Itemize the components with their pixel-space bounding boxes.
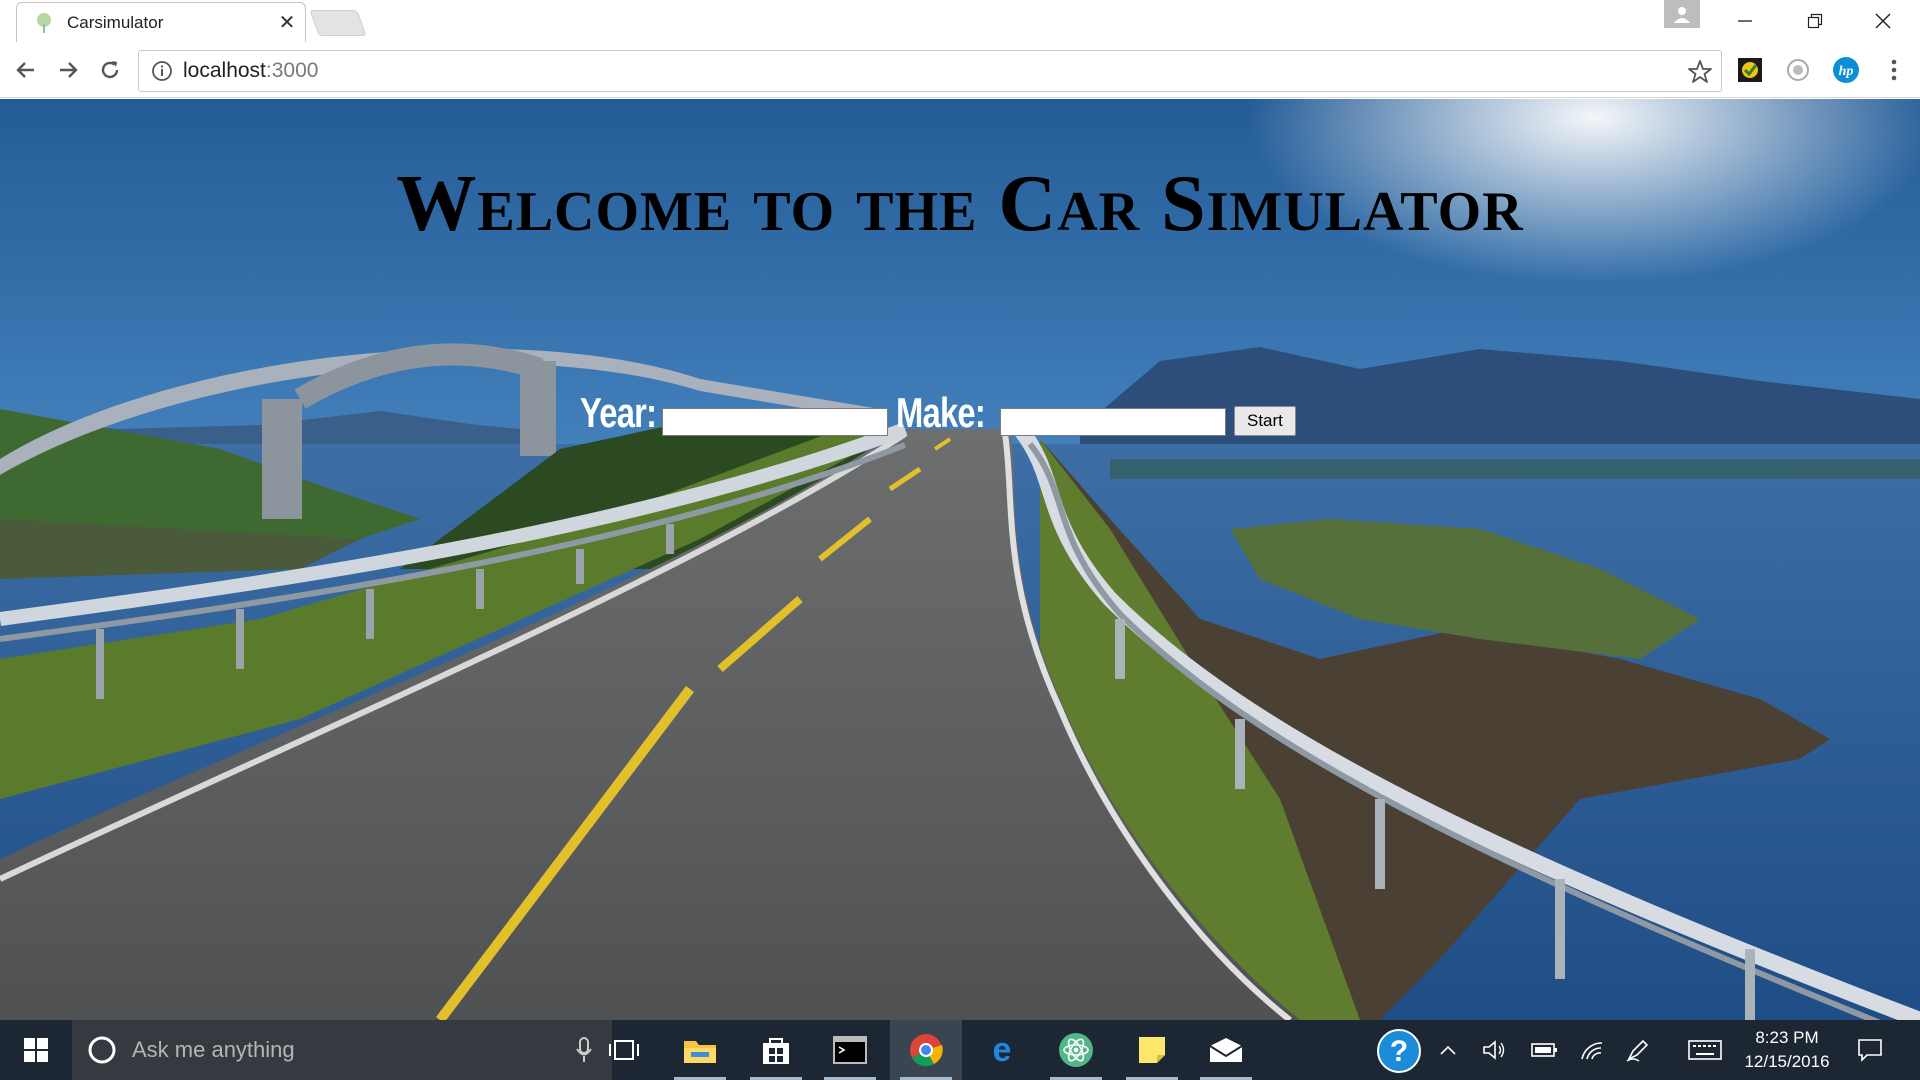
make-label: Make: — [896, 389, 986, 436]
svg-text:hp: hp — [1839, 64, 1854, 79]
windows-taskbar: Ask me anything e ? 8:23 PM 12/15/2016 — [0, 1020, 1920, 1080]
keyboard-icon[interactable] — [1686, 1034, 1724, 1066]
url-host: localhost — [183, 59, 266, 82]
address-bar[interactable]: localhost:3000 — [138, 50, 1722, 92]
svg-text:e: e — [993, 1033, 1012, 1067]
tab-close-icon[interactable]: ✕ — [269, 5, 305, 41]
tab-title: Carsimulator — [67, 12, 164, 32]
start-button[interactable]: Start — [1234, 406, 1296, 436]
command-prompt-icon[interactable] — [814, 1020, 886, 1080]
sticky-notes-icon[interactable] — [1116, 1020, 1188, 1080]
tab-strip: Carsimulator ✕ — [0, 0, 1920, 42]
clock-date: 12/15/2016 — [1744, 1052, 1830, 1071]
minimize-icon[interactable] — [1710, 0, 1780, 42]
reload-icon[interactable] — [92, 52, 128, 88]
task-view-icon[interactable] — [588, 1020, 660, 1080]
hp-extension-icon[interactable]: hp — [1832, 56, 1860, 84]
svg-text:?: ? — [1390, 1035, 1408, 1068]
year-input[interactable] — [662, 408, 888, 436]
forward-icon[interactable] — [50, 52, 86, 88]
clock-time: 8:23 PM — [1755, 1028, 1819, 1047]
car-form: Year: Make: Start — [580, 374, 1296, 436]
extension-shield-icon[interactable] — [1784, 56, 1812, 84]
url-port: :3000 — [265, 59, 319, 82]
restore-icon[interactable] — [1780, 0, 1850, 42]
page-viewport: Welcome to the Car Simulator Year: Make:… — [0, 99, 1920, 1020]
cortana-search-box[interactable]: Ask me anything — [72, 1020, 612, 1080]
mail-icon[interactable] — [1190, 1020, 1262, 1080]
browser-tab[interactable]: Carsimulator ✕ — [16, 2, 306, 42]
battery-icon[interactable] — [1528, 1034, 1560, 1066]
extension-check-icon[interactable] — [1736, 56, 1764, 84]
window-close-icon[interactable] — [1848, 0, 1918, 42]
help-icon[interactable]: ? — [1376, 1028, 1422, 1074]
windows-start-icon[interactable] — [0, 1020, 72, 1080]
chevron-up-icon[interactable] — [1432, 1034, 1464, 1066]
file-explorer-icon[interactable] — [664, 1020, 736, 1080]
search-placeholder: Ask me anything — [132, 1037, 295, 1062]
new-tab-button[interactable] — [309, 10, 367, 36]
volume-icon[interactable] — [1478, 1034, 1510, 1066]
menu-dots-icon[interactable] — [1880, 56, 1908, 84]
info-icon[interactable] — [151, 60, 173, 82]
tree-favicon-icon — [37, 12, 51, 33]
profile-icon[interactable] — [1664, 0, 1700, 28]
browser-toolbar: localhost:3000 hp — [0, 42, 1920, 98]
pen-ink-icon[interactable] — [1622, 1034, 1654, 1066]
atom-icon[interactable] — [1040, 1020, 1112, 1080]
wifi-icon[interactable] — [1576, 1034, 1608, 1066]
year-label: Year: — [580, 389, 657, 436]
edge-icon[interactable]: e — [966, 1020, 1038, 1080]
page-title: Welcome to the Car Simulator — [396, 160, 1524, 248]
cortana-icon — [88, 1036, 116, 1064]
bookmark-star-icon[interactable] — [1687, 59, 1713, 85]
action-center-icon[interactable] — [1854, 1034, 1886, 1066]
system-clock[interactable]: 8:23 PM 12/15/2016 — [1722, 1026, 1852, 1074]
make-input[interactable] — [1000, 408, 1226, 436]
back-icon[interactable] — [8, 52, 44, 88]
store-icon[interactable] — [740, 1020, 812, 1080]
chrome-icon[interactable] — [890, 1020, 962, 1080]
